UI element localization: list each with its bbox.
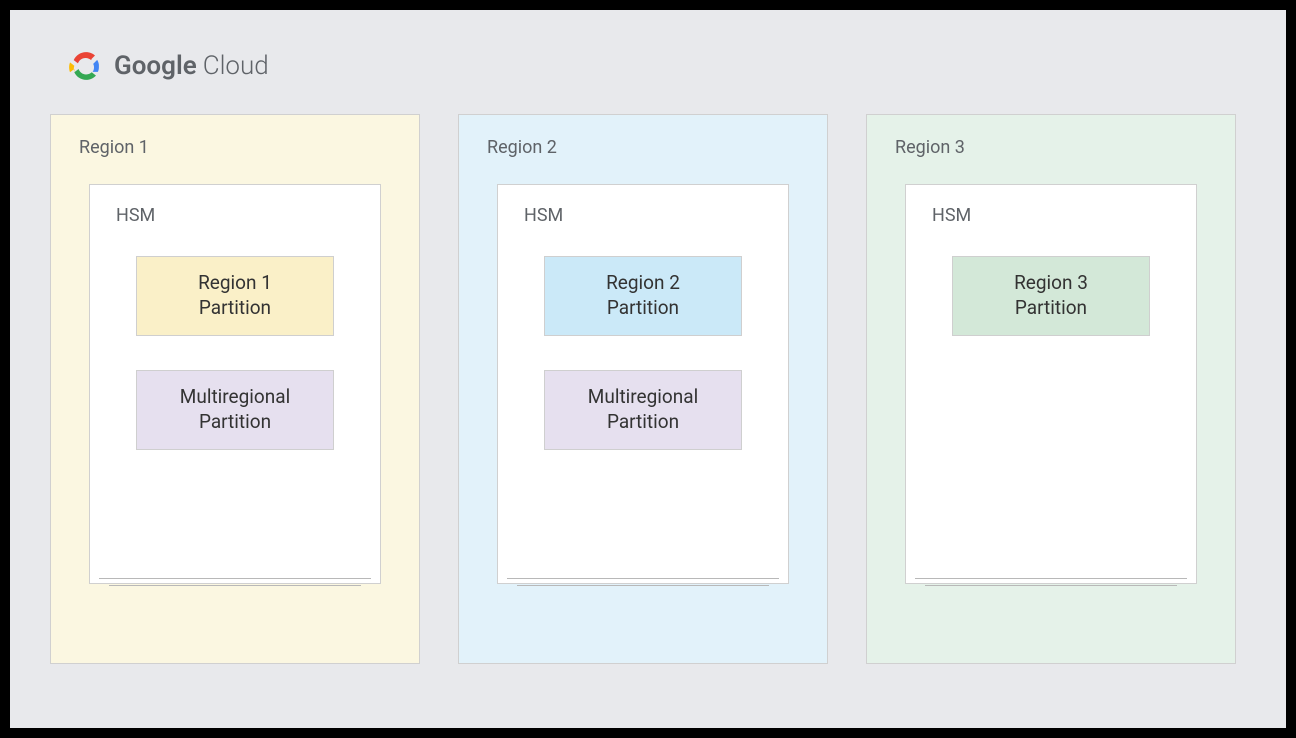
partition-label: Region 3Partition — [1014, 271, 1088, 320]
hsm-box: HSM Region 2Partition MultiregionalParti… — [497, 184, 789, 584]
regions-row: Region 1 HSM Region 1Partition Multiregi… — [50, 114, 1246, 664]
multiregional-partition: MultiregionalPartition — [136, 370, 334, 450]
hsm-label: HSM — [116, 205, 354, 226]
hsm-label: HSM — [524, 205, 762, 226]
brand-cloud: Cloud — [203, 51, 269, 81]
stack-decoration — [507, 572, 779, 586]
diagram-canvas: Google Cloud Region 1 HSM Region 1Partit… — [10, 10, 1286, 728]
hsm-box: HSM Region 3Partition — [905, 184, 1197, 584]
brand-text: Google Cloud — [114, 51, 269, 81]
region-box-2: Region 2 HSM Region 2Partition Multiregi… — [458, 114, 828, 664]
region-label: Region 3 — [895, 137, 1207, 158]
hsm-box: HSM Region 1Partition MultiregionalParti… — [89, 184, 381, 584]
region-box-1: Region 1 HSM Region 1Partition Multiregi… — [50, 114, 420, 664]
stack-decoration — [915, 572, 1187, 586]
region-partition: Region 2Partition — [544, 256, 742, 336]
region-partition: Region 3Partition — [952, 256, 1150, 336]
region-partition: Region 1Partition — [136, 256, 334, 336]
partition-label: Region 1Partition — [198, 271, 272, 320]
region-label: Region 1 — [79, 137, 391, 158]
partition-label: Region 2Partition — [606, 271, 680, 320]
brand-google: Google — [114, 51, 197, 81]
region-box-3: Region 3 HSM Region 3Partition — [866, 114, 1236, 664]
partition-label: MultiregionalPartition — [588, 385, 698, 434]
hsm-label: HSM — [932, 205, 1170, 226]
region-label: Region 2 — [487, 137, 799, 158]
stack-decoration — [99, 572, 371, 586]
brand-header: Google Cloud — [68, 48, 1246, 84]
google-cloud-icon — [68, 48, 104, 84]
multiregional-partition: MultiregionalPartition — [544, 370, 742, 450]
partition-label: MultiregionalPartition — [180, 385, 290, 434]
